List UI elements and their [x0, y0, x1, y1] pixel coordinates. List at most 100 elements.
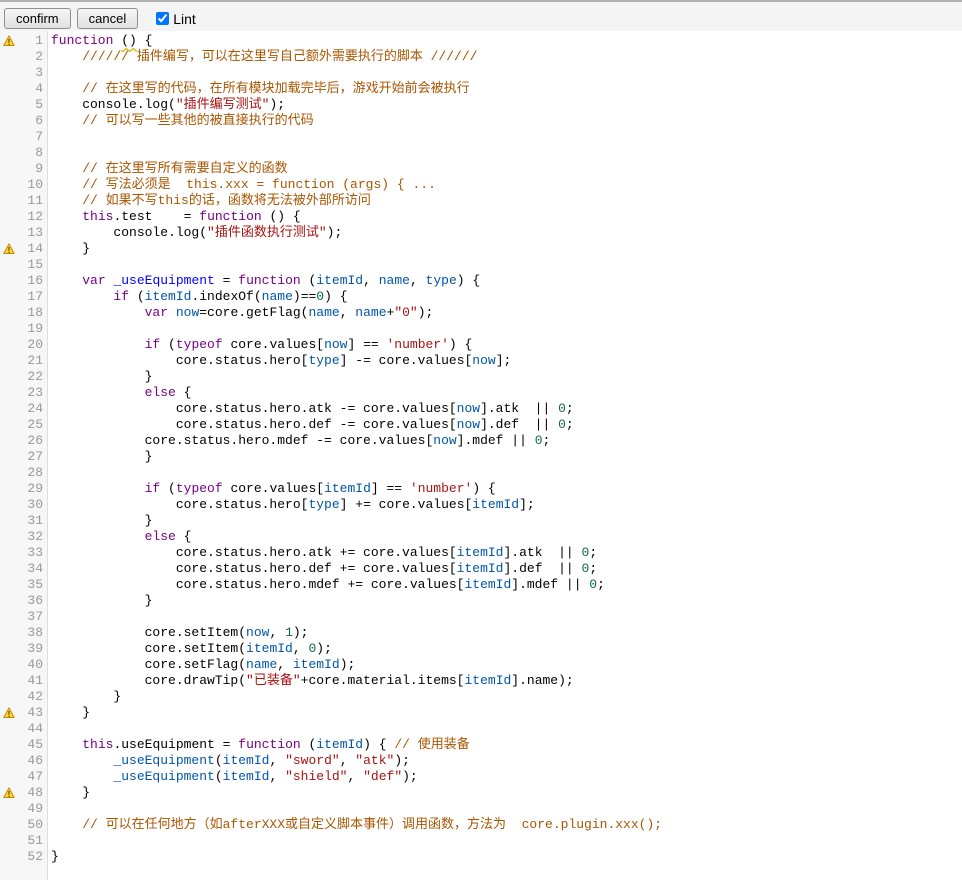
- code-line[interactable]: }: [47, 593, 962, 609]
- lint-gutter: [0, 753, 18, 769]
- code-line[interactable]: var now=core.getFlag(name, name+"0");: [47, 305, 962, 321]
- lint-gutter: [0, 593, 18, 609]
- warning-triangle-icon: !: [3, 787, 15, 799]
- code-line[interactable]: }: [47, 241, 962, 257]
- warning-icon: !: [0, 241, 18, 257]
- code-line[interactable]: [47, 321, 962, 337]
- code-line[interactable]: core.status.hero.mdef += core.values[ite…: [47, 577, 962, 593]
- code-line[interactable]: }: [47, 513, 962, 529]
- lint-gutter: [0, 193, 18, 209]
- code-line[interactable]: core.status.hero[type] += core.values[it…: [47, 497, 962, 513]
- code-line-row: 15: [0, 257, 962, 273]
- lint-checkbox[interactable]: [156, 12, 169, 25]
- code-line[interactable]: }: [47, 785, 962, 801]
- code-line[interactable]: console.log("插件编写测试");: [47, 97, 962, 113]
- code-line[interactable]: }: [47, 705, 962, 721]
- lint-gutter: [0, 305, 18, 321]
- code-line-row: 52}: [0, 849, 962, 865]
- code-line[interactable]: core.status.hero.def += core.values[item…: [47, 561, 962, 577]
- code-line[interactable]: _useEquipment(itemId, "sword", "atk");: [47, 753, 962, 769]
- lint-gutter: [0, 673, 18, 689]
- code-line-row: 29 if (typeof core.values[itemId] == 'nu…: [0, 481, 962, 497]
- code-line-row: 32 else {: [0, 529, 962, 545]
- code-line[interactable]: }: [47, 849, 962, 865]
- lint-gutter: [0, 369, 18, 385]
- line-number: 47: [18, 769, 47, 785]
- line-number: 25: [18, 417, 47, 433]
- code-line[interactable]: core.status.hero.def -= core.values[now]…: [47, 417, 962, 433]
- lint-gutter: [0, 641, 18, 657]
- code-line-row: 34 core.status.hero.def += core.values[i…: [0, 561, 962, 577]
- code-line[interactable]: if (itemId.indexOf(name)==0) {: [47, 289, 962, 305]
- lint-gutter: [0, 625, 18, 641]
- code-line[interactable]: else {: [47, 385, 962, 401]
- line-number: 14: [18, 241, 47, 257]
- lint-gutter: [0, 497, 18, 513]
- code-line[interactable]: }: [47, 449, 962, 465]
- line-number: 41: [18, 673, 47, 689]
- code-line[interactable]: // 写法必须是 this.xxx = function (args) { ..…: [47, 177, 962, 193]
- code-line[interactable]: core.status.hero.atk += core.values[item…: [47, 545, 962, 561]
- code-line[interactable]: this.test = function () {: [47, 209, 962, 225]
- code-line[interactable]: // 在这里写的代码，在所有模块加载完毕后，游戏开始前会被执行: [47, 81, 962, 97]
- code-line[interactable]: core.status.hero.atk -= core.values[now]…: [47, 401, 962, 417]
- code-line[interactable]: [47, 65, 962, 81]
- code-line[interactable]: [47, 465, 962, 481]
- code-line[interactable]: // 可以在任何地方（如afterXXX或自定义脚本事件）调用函数，方法为 co…: [47, 817, 962, 833]
- line-number: 10: [18, 177, 47, 193]
- code-line[interactable]: core.setFlag(name, itemId);: [47, 657, 962, 673]
- code-line[interactable]: core.setItem(now, 1);: [47, 625, 962, 641]
- line-number: 46: [18, 753, 47, 769]
- code-line[interactable]: core.status.hero.mdef -= core.values[now…: [47, 433, 962, 449]
- warning-triangle-icon: !: [3, 243, 15, 255]
- code-line[interactable]: core.status.hero[type] -= core.values[no…: [47, 353, 962, 369]
- code-line[interactable]: // 可以写一些其他的被直接执行的代码: [47, 113, 962, 129]
- code-line[interactable]: [47, 801, 962, 817]
- lint-gutter: [0, 225, 18, 241]
- code-line[interactable]: [47, 609, 962, 625]
- lint-gutter: [0, 737, 18, 753]
- code-line[interactable]: var _useEquipment = function (itemId, na…: [47, 273, 962, 289]
- lint-label: Lint: [173, 11, 196, 27]
- warning-triangle-icon: !: [3, 707, 15, 719]
- code-line[interactable]: [47, 129, 962, 145]
- lint-gutter: [0, 113, 18, 129]
- line-number: 50: [18, 817, 47, 833]
- code-line[interactable]: core.setItem(itemId, 0);: [47, 641, 962, 657]
- line-number: 6: [18, 113, 47, 129]
- line-number: 49: [18, 801, 47, 817]
- line-number: 9: [18, 161, 47, 177]
- lint-gutter: [0, 49, 18, 65]
- code-line[interactable]: ////// 插件编写，可以在这里写自己额外需要执行的脚本 //////: [47, 49, 962, 65]
- code-line[interactable]: }: [47, 689, 962, 705]
- lint-gutter: [0, 529, 18, 545]
- code-line[interactable]: [47, 145, 962, 161]
- line-number: 45: [18, 737, 47, 753]
- line-number: 39: [18, 641, 47, 657]
- code-line[interactable]: // 在这里写所有需要自定义的函数: [47, 161, 962, 177]
- code-line[interactable]: this.useEquipment = function (itemId) { …: [47, 737, 962, 753]
- code-line[interactable]: _useEquipment(itemId, "shield", "def");: [47, 769, 962, 785]
- code-line[interactable]: if (typeof core.values[now] == 'number')…: [47, 337, 962, 353]
- code-line[interactable]: console.log("插件函数执行测试");: [47, 225, 962, 241]
- code-line[interactable]: function () {: [47, 33, 962, 49]
- code-line[interactable]: [47, 721, 962, 737]
- code-line[interactable]: }: [47, 369, 962, 385]
- cancel-button[interactable]: cancel: [77, 8, 139, 29]
- lint-gutter: [0, 417, 18, 433]
- code-line[interactable]: core.drawTip("已装备"+core.material.items[i…: [47, 673, 962, 689]
- code-editor[interactable]: !1function () {2 ////// 插件编写，可以在这里写自己额外需…: [0, 31, 962, 880]
- line-number: 40: [18, 657, 47, 673]
- code-line-row: 42 }: [0, 689, 962, 705]
- code-line[interactable]: else {: [47, 529, 962, 545]
- code-line[interactable]: if (typeof core.values[itemId] == 'numbe…: [47, 481, 962, 497]
- code-line-row: 4 // 在这里写的代码，在所有模块加载完毕后，游戏开始前会被执行: [0, 81, 962, 97]
- code-line-row: 39 core.setItem(itemId, 0);: [0, 641, 962, 657]
- code-line[interactable]: // 如果不写this的话，函数将无法被外部所访问: [47, 193, 962, 209]
- lint-gutter: [0, 433, 18, 449]
- confirm-button[interactable]: confirm: [4, 8, 71, 29]
- code-line[interactable]: [47, 257, 962, 273]
- code-line-row: 31 }: [0, 513, 962, 529]
- code-line[interactable]: [47, 833, 962, 849]
- line-number: 30: [18, 497, 47, 513]
